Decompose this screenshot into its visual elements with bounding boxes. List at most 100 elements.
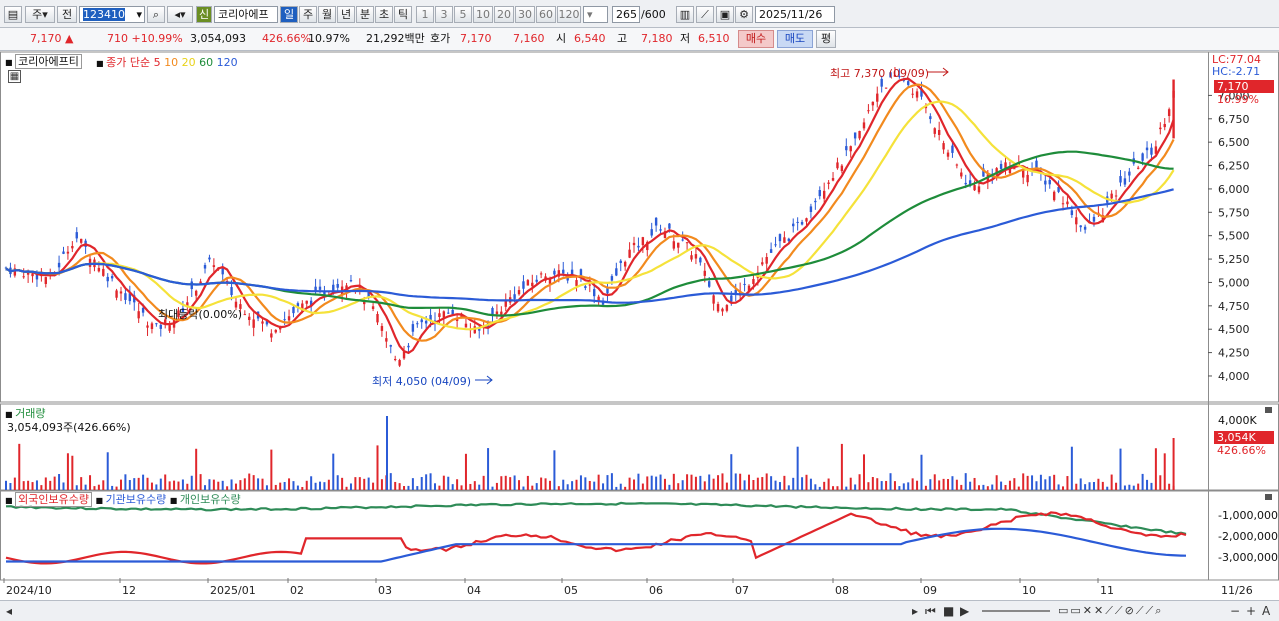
volume-bar: [89, 475, 92, 490]
candle-body: [1092, 216, 1096, 222]
volume-bar: [349, 483, 352, 490]
candle-body: [659, 229, 662, 231]
play-icon[interactable]: ▶: [960, 603, 969, 619]
scroll-right-icon[interactable]: ▸: [912, 603, 918, 619]
volume-bar: [354, 477, 357, 490]
candle-body: [1136, 167, 1140, 169]
current-price-tag: 7,170: [1214, 80, 1274, 93]
price-pane-frame: [0, 51, 1279, 403]
table-view-icon[interactable]: ▦: [8, 70, 21, 83]
candle-body: [907, 81, 910, 85]
volume-bar-spike: [386, 416, 388, 490]
volume-bar: [442, 475, 445, 490]
tool-icons[interactable]: ▭▭✕✕⟋⟋⊘⟋⟋⌕: [1058, 603, 1163, 619]
price-tick-label: 6,000: [1218, 183, 1250, 196]
stop-icon[interactable]: ■: [943, 603, 954, 619]
hc-label: HC:-2.71: [1212, 65, 1261, 78]
candle-body: [531, 282, 534, 287]
candle-body: [292, 306, 295, 314]
candle-body: [124, 293, 127, 300]
max-arrow: [927, 67, 949, 77]
candle-body: [424, 320, 428, 324]
volume-bar: [1000, 481, 1003, 490]
candle-body: [876, 93, 879, 102]
volume-bar: [805, 474, 808, 490]
price-tick-label: 6,250: [1218, 160, 1250, 173]
volume-bar: [257, 478, 260, 490]
volume-bar: [756, 477, 759, 490]
volume-bar: [128, 480, 131, 490]
volume-bar: [407, 485, 410, 490]
x-axis-label: 06: [649, 584, 663, 597]
volume-bar: [717, 475, 720, 490]
volume-bar: [5, 480, 7, 490]
volume-bar: [1141, 473, 1144, 490]
volume-bar: [18, 443, 21, 490]
volume-bar: [239, 480, 242, 490]
volume-bar: [531, 485, 534, 490]
candle-body: [774, 244, 777, 246]
font-size-icon[interactable]: A: [1262, 603, 1270, 619]
candle-body: [553, 270, 556, 275]
volume-bar: [451, 484, 454, 490]
candle-body: [699, 257, 702, 263]
volume-bar: [230, 479, 233, 490]
zoom-out-icon[interactable]: −: [1230, 603, 1240, 619]
scroll-left-icon[interactable]: ◂: [6, 603, 12, 619]
volume-bar: [398, 483, 401, 490]
volume-bar: [389, 473, 392, 490]
candle-body: [389, 345, 392, 347]
candle-body: [504, 300, 507, 307]
bottom-scrollbar[interactable]: ◂ ▸ ⏮ ■ ▶ ▭▭✕✕⟋⟋⊘⟋⟋⌕ − + A: [0, 600, 1279, 621]
candle-body: [115, 290, 118, 298]
volume-bar: [473, 481, 476, 490]
volume-bar: [668, 484, 671, 490]
candle-body: [146, 325, 149, 328]
candle-body: [836, 162, 839, 169]
candle-body: [708, 281, 711, 287]
volume-bar: [1044, 479, 1047, 490]
volume-bar: [637, 473, 640, 490]
candle-body: [1128, 171, 1131, 176]
candle-body: [871, 101, 875, 106]
volume-bar: [58, 474, 61, 490]
volume-bar: [345, 486, 348, 490]
candle-body: [725, 305, 729, 311]
price-tick-label: 5,000: [1218, 276, 1250, 289]
volume-bar: [199, 474, 202, 490]
volume-bar: [588, 480, 591, 490]
volume-bar: [137, 477, 140, 490]
volume-bar: [296, 485, 299, 490]
volume-bar: [482, 475, 485, 490]
volume-bar: [752, 480, 755, 490]
candle-body: [159, 324, 162, 329]
volume-bar: [9, 483, 12, 490]
candle-body: [632, 242, 636, 246]
volume-bar: [62, 482, 65, 490]
ma-line-10: [5, 83, 1175, 342]
candle-body: [685, 242, 689, 244]
volume-bar: [487, 448, 490, 490]
volume-tick: 4,000K: [1218, 414, 1257, 427]
zoom-slider[interactable]: [982, 610, 1050, 612]
candle-body: [203, 265, 207, 269]
candle-body: [1079, 225, 1082, 228]
zoom-in-icon[interactable]: +: [1246, 603, 1256, 619]
candle-body: [668, 223, 671, 229]
candle-body: [438, 313, 441, 318]
candle-body: [270, 333, 273, 338]
candle-body: [71, 245, 74, 249]
candle-body: [818, 189, 821, 197]
candle-body-last: [1172, 79, 1175, 139]
volume-bar: [827, 478, 830, 490]
candle-body: [1123, 178, 1127, 185]
candle-body: [805, 218, 808, 222]
volume-bar: [858, 474, 861, 490]
volume-bar: [186, 483, 189, 490]
volume-bar: [319, 481, 322, 490]
volume-bar: [44, 477, 47, 490]
volume-bar: [159, 478, 162, 490]
candle-body: [672, 241, 676, 249]
volume-bar: [575, 479, 578, 490]
rewind-icon[interactable]: ⏮: [925, 603, 936, 619]
